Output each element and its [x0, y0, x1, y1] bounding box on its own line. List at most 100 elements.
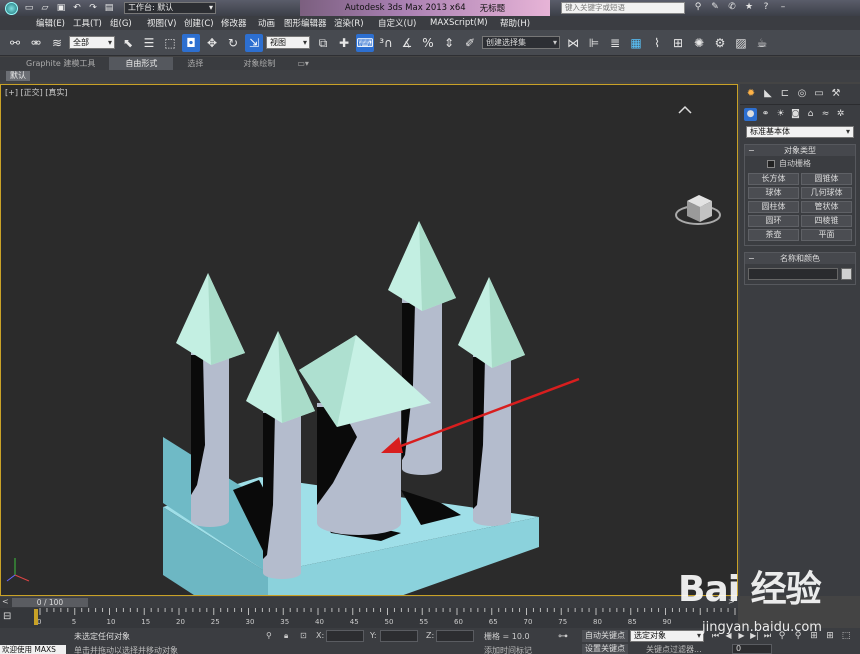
- viewport-label[interactable]: [+] [正交] [真实]: [5, 87, 68, 98]
- menu-create[interactable]: 创建(C): [184, 17, 221, 29]
- shapes-icon[interactable]: ⚭: [759, 108, 772, 121]
- perspective-viewport[interactable]: [+] [正交] [真实]: [0, 84, 738, 596]
- menu-maxscript[interactable]: MAXScript(M): [430, 18, 500, 28]
- object-name-input[interactable]: [748, 268, 838, 280]
- absolute-mode-icon[interactable]: ⊡: [300, 631, 307, 640]
- cameras-icon[interactable]: ◙: [789, 108, 802, 121]
- y-coordinate-input[interactable]: [380, 630, 418, 642]
- communication-center-icon[interactable]: ✆: [726, 1, 738, 14]
- new-file-icon[interactable]: ▭: [22, 2, 36, 14]
- menu-rendering[interactable]: 渲染(R): [334, 17, 378, 29]
- open-file-icon[interactable]: ▱: [38, 2, 52, 14]
- help-icon[interactable]: ?: [760, 1, 772, 14]
- menu-customize[interactable]: 自定义(U): [378, 17, 430, 29]
- align-icon[interactable]: ⊫: [585, 34, 603, 52]
- helpers-icon[interactable]: ⌂: [804, 108, 817, 121]
- workspace-dropdown[interactable]: 工作台: 默认 ▾: [124, 2, 216, 14]
- ribbon-tab-object-paint[interactable]: 对象绘制: [235, 57, 283, 70]
- snaps-toggle-icon[interactable]: ³∩: [377, 34, 395, 52]
- move-icon[interactable]: ✥: [203, 34, 221, 52]
- object-type-rollout-header[interactable]: − 对象类型: [745, 145, 855, 156]
- save-icon[interactable]: ▣: [54, 2, 68, 14]
- link-icon[interactable]: ⚯: [6, 34, 24, 52]
- menu-tools[interactable]: 工具(T): [73, 17, 110, 29]
- time-slider-knob[interactable]: 0 / 100: [12, 598, 88, 607]
- layer-manager-icon[interactable]: ≣: [606, 34, 624, 52]
- name-color-rollout-header[interactable]: − 名称和颜色: [745, 253, 855, 264]
- percent-snap-icon[interactable]: %: [419, 34, 437, 52]
- edit-named-selection-icon[interactable]: ✐: [461, 34, 479, 52]
- autogrid-checkbox-row[interactable]: 自动栅格: [745, 156, 855, 171]
- scale-icon[interactable]: ⇲: [245, 33, 263, 52]
- redo-icon[interactable]: ↷: [86, 2, 100, 14]
- rectangular-selection-icon[interactable]: ⬚: [161, 34, 179, 52]
- object-category-dropdown[interactable]: 标准基本体 ▾: [746, 126, 854, 138]
- geometry-icon[interactable]: ●: [744, 108, 757, 121]
- window-crossing-icon[interactable]: ◘: [182, 33, 200, 52]
- display-tab-icon[interactable]: ▭: [812, 87, 826, 101]
- pyramid-button[interactable]: 四棱锥: [801, 215, 852, 227]
- help-search-input[interactable]: 键入关键字或短语: [561, 2, 685, 14]
- key-icon[interactable]: ⊶: [558, 631, 568, 642]
- slider-left-arrow-icon[interactable]: <: [2, 597, 9, 606]
- x-coordinate-input[interactable]: [326, 630, 364, 642]
- menu-modifiers[interactable]: 修改器: [221, 17, 258, 29]
- z-coordinate-input[interactable]: [436, 630, 474, 642]
- utilities-tab-icon[interactable]: ⚒: [829, 87, 843, 101]
- box-button[interactable]: 长方体: [748, 173, 799, 185]
- ribbon-tab-graphite[interactable]: Graphite 建模工具: [18, 57, 103, 70]
- lock-icon[interactable]: 🔒︎: [284, 631, 288, 641]
- lights-icon[interactable]: ☀: [774, 108, 787, 121]
- search-icon[interactable]: ⚲: [692, 1, 704, 14]
- ribbon-tab-selection[interactable]: 选择: [179, 57, 211, 70]
- current-frame-marker[interactable]: [34, 609, 38, 625]
- track-bar[interactable]: 0 5 10 15 20 25 30 35 40 45 50 55 60 65 70 75 80 85 90: [0, 608, 738, 628]
- create-tab-icon[interactable]: ✹: [744, 87, 758, 101]
- cone-button[interactable]: 圆锥体: [801, 173, 852, 185]
- mini-curve-editor-icon[interactable]: ⊟: [3, 611, 17, 623]
- reference-coordinate-dropdown[interactable]: 视图 ▾: [266, 36, 310, 49]
- add-time-tag-button[interactable]: 添加时间标记: [484, 645, 532, 654]
- menu-views[interactable]: 视图(V): [147, 17, 184, 29]
- select-manipulate-icon[interactable]: ✚: [335, 34, 353, 52]
- ribbon-options-icon[interactable]: ▭▾: [289, 57, 317, 70]
- motion-tab-icon[interactable]: ◎: [795, 87, 809, 101]
- systems-icon[interactable]: ✲: [834, 108, 847, 121]
- menu-group[interactable]: 组(G): [110, 17, 147, 29]
- tube-button[interactable]: 管状体: [801, 201, 852, 213]
- favorites-star-icon[interactable]: ★: [743, 1, 755, 14]
- mirror-icon[interactable]: ⋈: [564, 34, 582, 52]
- cylinder-button[interactable]: 圆柱体: [748, 201, 799, 213]
- rendered-frame-window-icon[interactable]: ▨: [732, 34, 750, 52]
- selection-filter-dropdown[interactable]: 全部 ▾: [69, 36, 115, 49]
- render-production-icon[interactable]: ☕: [753, 34, 771, 52]
- scene-canvas[interactable]: [1, 85, 737, 595]
- select-object-icon[interactable]: ⬉: [119, 34, 137, 52]
- ribbon-sub-tab-default[interactable]: 默认: [6, 71, 30, 81]
- menu-animation[interactable]: 动画: [258, 17, 284, 29]
- angle-snap-icon[interactable]: ∡: [398, 34, 416, 52]
- graphite-toggle-icon[interactable]: ▦: [627, 34, 645, 52]
- menu-graph-editors[interactable]: 图形编辑器: [284, 17, 334, 29]
- time-slider[interactable]: < 0 / 100 >: [0, 597, 738, 608]
- minimize-icon[interactable]: –: [777, 1, 789, 14]
- curve-editor-icon[interactable]: ⌇: [648, 34, 666, 52]
- render-setup-icon[interactable]: ⚙: [711, 34, 729, 52]
- modify-tab-icon[interactable]: ◣: [761, 87, 775, 101]
- subscription-icon[interactable]: ✎: [709, 1, 721, 14]
- object-color-swatch[interactable]: [841, 268, 852, 280]
- set-key-button[interactable]: 设置关键点: [582, 644, 628, 654]
- ribbon-tab-freeform[interactable]: 自由形式: [109, 57, 174, 70]
- sphere-button[interactable]: 球体: [748, 187, 799, 199]
- torus-button[interactable]: 圆环: [748, 215, 799, 227]
- keyboard-shortcut-override-icon[interactable]: ⌨: [356, 33, 374, 52]
- plane-button[interactable]: 平面: [801, 229, 852, 241]
- home-icon[interactable]: [678, 105, 692, 114]
- space-warps-icon[interactable]: ≈: [819, 108, 832, 121]
- app-menu-button[interactable]: [0, 0, 22, 16]
- named-selection-dropdown[interactable]: 创建选择集 ▾: [482, 36, 560, 49]
- material-editor-icon[interactable]: ✺: [690, 34, 708, 52]
- hierarchy-tab-icon[interactable]: ⊏: [778, 87, 792, 101]
- lock-selection-icon[interactable]: ⚲: [266, 631, 272, 640]
- pivot-center-icon[interactable]: ⧉: [314, 34, 332, 52]
